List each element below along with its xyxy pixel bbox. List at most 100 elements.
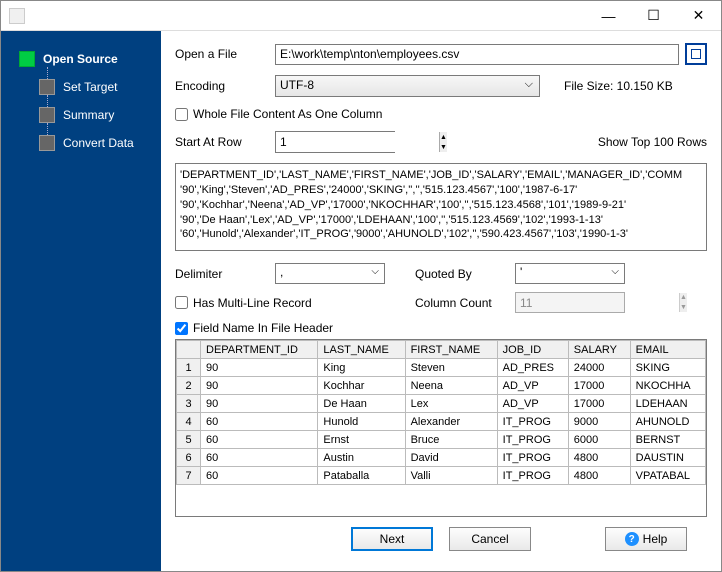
field-header-checkbox-input[interactable] bbox=[175, 322, 188, 335]
table-row[interactable]: 460HunoldAlexanderIT_PROG9000AHUNOLD bbox=[177, 413, 706, 431]
table-cell[interactable]: VPATABAL bbox=[630, 467, 705, 485]
table-row[interactable]: 390De HaanLexAD_VP17000LDEHAAN bbox=[177, 395, 706, 413]
table-cell[interactable]: 90 bbox=[201, 359, 318, 377]
table-cell[interactable]: IT_PROG bbox=[497, 413, 568, 431]
quoted-by-value: ' bbox=[520, 265, 522, 279]
sidebar-item-convert-data[interactable]: Convert Data bbox=[21, 129, 161, 157]
table-cell[interactable]: 9000 bbox=[568, 413, 630, 431]
table-cell[interactable]: De Haan bbox=[318, 395, 405, 413]
preview-line: '90','Kochhar','Neena','AD_VP','17000','… bbox=[180, 198, 702, 213]
table-row[interactable]: 290KochharNeenaAD_VP17000NKOCHHA bbox=[177, 377, 706, 395]
table-cell[interactable]: LDEHAAN bbox=[630, 395, 705, 413]
whole-file-checkbox-input[interactable] bbox=[175, 108, 188, 121]
table-cell[interactable]: Neena bbox=[405, 377, 497, 395]
table-row[interactable]: 660AustinDavidIT_PROG4800DAUSTIN bbox=[177, 449, 706, 467]
row-number: 2 bbox=[177, 377, 201, 395]
table-cell[interactable]: Valli bbox=[405, 467, 497, 485]
table-cell[interactable]: 90 bbox=[201, 377, 318, 395]
help-button[interactable]: ? Help bbox=[605, 527, 687, 551]
step-marker-icon bbox=[39, 107, 55, 123]
table-row[interactable]: 190KingStevenAD_PRES24000SKING bbox=[177, 359, 706, 377]
encoding-value: UTF-8 bbox=[280, 78, 314, 92]
table-cell[interactable]: 4800 bbox=[568, 467, 630, 485]
encoding-label: Encoding bbox=[175, 79, 275, 93]
table-cell[interactable]: 90 bbox=[201, 395, 318, 413]
column-header[interactable]: JOB_ID bbox=[497, 341, 568, 359]
whole-file-label: Whole File Content As One Column bbox=[193, 107, 382, 121]
table-cell[interactable]: 17000 bbox=[568, 395, 630, 413]
start-row-label: Start At Row bbox=[175, 135, 275, 149]
table-row[interactable]: 760PataballaValliIT_PROG4800VPATABAL bbox=[177, 467, 706, 485]
table-cell[interactable]: Austin bbox=[318, 449, 405, 467]
table-cell[interactable]: 60 bbox=[201, 413, 318, 431]
table-cell[interactable]: Lex bbox=[405, 395, 497, 413]
file-preview[interactable]: 'DEPARTMENT_ID','LAST_NAME','FIRST_NAME'… bbox=[175, 163, 707, 251]
quoted-by-select[interactable]: ' bbox=[515, 263, 625, 284]
table-cell[interactable]: NKOCHHA bbox=[630, 377, 705, 395]
cancel-button[interactable]: Cancel bbox=[449, 527, 531, 551]
start-row-spinner[interactable]: ▲ ▼ bbox=[275, 131, 395, 153]
table-cell[interactable]: 60 bbox=[201, 449, 318, 467]
table-cell[interactable]: BERNST bbox=[630, 431, 705, 449]
table-cell[interactable]: Steven bbox=[405, 359, 497, 377]
column-header[interactable]: SALARY bbox=[568, 341, 630, 359]
table-cell[interactable]: Bruce bbox=[405, 431, 497, 449]
table-cell[interactable]: 4800 bbox=[568, 449, 630, 467]
file-size-label: File Size: 10.150 KB bbox=[564, 79, 673, 93]
quoted-by-label: Quoted By bbox=[415, 267, 515, 281]
table-cell[interactable]: 60 bbox=[201, 467, 318, 485]
sidebar-item-set-target[interactable]: Set Target bbox=[21, 73, 161, 101]
table-cell[interactable]: SKING bbox=[630, 359, 705, 377]
multiline-checkbox[interactable]: Has Multi-Line Record bbox=[175, 296, 385, 310]
sidebar-item-label: Set Target bbox=[63, 80, 117, 94]
table-row[interactable]: 560ErnstBruceIT_PROG6000BERNST bbox=[177, 431, 706, 449]
table-cell[interactable]: King bbox=[318, 359, 405, 377]
table-cell[interactable]: 24000 bbox=[568, 359, 630, 377]
close-button[interactable]: ✕ bbox=[676, 1, 721, 30]
column-header[interactable]: EMAIL bbox=[630, 341, 705, 359]
column-header[interactable]: LAST_NAME bbox=[318, 341, 405, 359]
table-cell[interactable]: Hunold bbox=[318, 413, 405, 431]
step-marker-icon bbox=[39, 135, 55, 151]
data-table-container[interactable]: DEPARTMENT_ID LAST_NAME FIRST_NAME JOB_I… bbox=[175, 339, 707, 517]
sidebar-item-summary[interactable]: Summary bbox=[21, 101, 161, 129]
table-cell[interactable]: DAUSTIN bbox=[630, 449, 705, 467]
delimiter-select[interactable]: , bbox=[275, 263, 385, 284]
table-cell[interactable]: Alexander bbox=[405, 413, 497, 431]
minimize-button[interactable]: — bbox=[586, 1, 631, 30]
row-number: 4 bbox=[177, 413, 201, 431]
step-marker-icon bbox=[39, 79, 55, 95]
field-header-checkbox[interactable]: Field Name In File Header bbox=[175, 321, 333, 335]
multiline-checkbox-input[interactable] bbox=[175, 296, 188, 309]
browse-file-button[interactable] bbox=[685, 43, 707, 65]
table-cell[interactable]: 17000 bbox=[568, 377, 630, 395]
table-cell[interactable]: AD_VP bbox=[497, 377, 568, 395]
data-table: DEPARTMENT_ID LAST_NAME FIRST_NAME JOB_I… bbox=[176, 340, 706, 485]
table-cell[interactable]: AHUNOLD bbox=[630, 413, 705, 431]
table-cell[interactable]: AD_VP bbox=[497, 395, 568, 413]
next-button[interactable]: Next bbox=[351, 527, 433, 551]
sidebar-item-open-source[interactable]: Open Source bbox=[1, 45, 161, 73]
file-path-input[interactable] bbox=[275, 44, 679, 65]
maximize-button[interactable]: ☐ bbox=[631, 1, 676, 30]
whole-file-checkbox[interactable]: Whole File Content As One Column bbox=[175, 107, 382, 121]
spinner-up-icon[interactable]: ▲ bbox=[440, 132, 447, 142]
table-cell[interactable]: 6000 bbox=[568, 431, 630, 449]
spinner-down-icon[interactable]: ▼ bbox=[440, 142, 447, 152]
table-cell[interactable]: David bbox=[405, 449, 497, 467]
table-cell[interactable]: AD_PRES bbox=[497, 359, 568, 377]
sidebar-item-label: Convert Data bbox=[63, 136, 134, 150]
table-cell[interactable]: Pataballa bbox=[318, 467, 405, 485]
column-header[interactable]: FIRST_NAME bbox=[405, 341, 497, 359]
table-cell[interactable]: IT_PROG bbox=[497, 449, 568, 467]
start-row-input[interactable] bbox=[276, 132, 439, 152]
file-icon bbox=[691, 49, 701, 59]
table-cell[interactable]: IT_PROG bbox=[497, 467, 568, 485]
table-cell[interactable]: 60 bbox=[201, 431, 318, 449]
table-cell[interactable]: IT_PROG bbox=[497, 431, 568, 449]
encoding-select[interactable]: UTF-8 bbox=[275, 75, 540, 97]
table-cell[interactable]: Ernst bbox=[318, 431, 405, 449]
column-header[interactable]: DEPARTMENT_ID bbox=[201, 341, 318, 359]
table-cell[interactable]: Kochhar bbox=[318, 377, 405, 395]
help-label: Help bbox=[643, 532, 668, 546]
